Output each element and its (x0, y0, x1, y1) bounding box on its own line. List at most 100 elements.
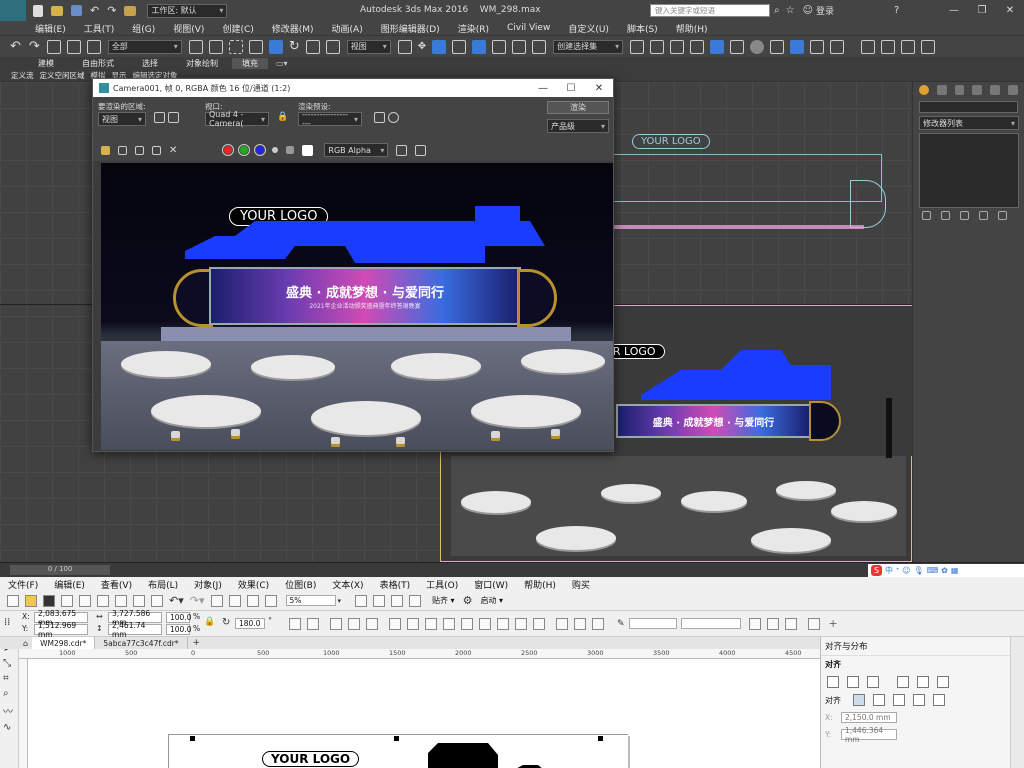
modify-tab-icon[interactable] (936, 85, 947, 95)
toggle-ui-icon[interactable] (415, 144, 427, 156)
copy-icon[interactable] (133, 594, 145, 607)
redo-icon[interactable]: ↷ (29, 39, 40, 54)
render-preset-select[interactable]: ------------------- (298, 110, 362, 128)
unlink-icon[interactable] (66, 39, 81, 54)
intersect-icon[interactable] (461, 617, 473, 630)
align-to-active-icon[interactable] (853, 694, 865, 706)
keyboard-shortcut-icon[interactable] (432, 39, 447, 54)
align-to-page-edge-icon[interactable] (873, 694, 885, 706)
object-origin-icon[interactable]: ⁞⁞ (4, 617, 10, 628)
selection-handle[interactable] (394, 736, 399, 741)
break-apart-icon[interactable] (407, 617, 419, 630)
restore-button[interactable]: ❐ (968, 5, 996, 16)
render-close-button[interactable]: ✕ (585, 83, 613, 94)
menu-scripting[interactable]: 脚本(S) (618, 22, 667, 35)
quick-customize-icon[interactable] (807, 617, 820, 630)
green-channel-icon[interactable] (238, 144, 251, 156)
modifier-list-select[interactable]: 修改器列表 (919, 116, 1019, 130)
shape-tool-icon[interactable]: ⤡ (3, 658, 15, 669)
ime-punct-icon[interactable]: ᐩ (896, 566, 899, 575)
cloud-icon[interactable] (61, 594, 73, 607)
show-grid-icon[interactable] (391, 594, 404, 607)
edit-named-sel-icon[interactable] (532, 39, 547, 54)
pivot-icon[interactable] (397, 39, 412, 54)
lock-viewport-icon[interactable]: 🔒 (277, 112, 288, 122)
menu-civil-view[interactable]: Civil View (498, 23, 559, 33)
cloud-upload-icon[interactable] (79, 594, 91, 607)
place-icon[interactable] (325, 39, 340, 54)
ribbon-tab-object-paint[interactable]: 对象绘制 (172, 58, 232, 69)
undo-icon[interactable]: ↶▾ (169, 594, 184, 607)
menu-tools[interactable]: 工具(T) (75, 22, 124, 35)
align-icon[interactable] (650, 39, 665, 54)
help-icon[interactable]: ? (894, 5, 899, 16)
outline-pen-icon[interactable]: ✎ (617, 619, 625, 629)
mirror-v-icon[interactable] (307, 617, 319, 630)
menu-animation[interactable]: 动画(A) (323, 22, 372, 35)
print-image-icon[interactable] (152, 145, 161, 155)
ime-toolbox-icon[interactable]: ▦ (951, 566, 959, 575)
material-editor-icon[interactable] (750, 39, 765, 54)
selection-handle[interactable] (598, 736, 603, 741)
corel-menu-file[interactable]: 文件(F) (0, 578, 46, 591)
menu-help[interactable]: 帮助(H) (667, 22, 717, 35)
align-top-icon[interactable] (897, 676, 909, 688)
vertical-ruler[interactable] (19, 659, 28, 768)
menu-rendering[interactable]: 渲染(R) (449, 22, 498, 35)
alpha-channel-icon[interactable] (272, 147, 279, 153)
doc-tab-home-icon[interactable]: ⌂ (23, 639, 28, 648)
doc-tab-wm298[interactable]: WM298.cdr* (32, 637, 96, 649)
simplify-icon[interactable] (479, 617, 491, 630)
undo-icon[interactable]: ↶ (10, 39, 21, 54)
viewport-icon[interactable] (901, 39, 916, 54)
move-icon[interactable] (268, 39, 283, 54)
render-iterative-icon[interactable] (830, 39, 845, 54)
workspace-select[interactable]: 工作区: 默认 (147, 3, 228, 18)
snap-toggle-icon[interactable] (452, 39, 467, 54)
redo-icon[interactable]: ↷▾ (190, 594, 205, 607)
align-left-icon[interactable] (827, 676, 839, 688)
to-front-icon[interactable] (574, 617, 586, 630)
zoom-dropdown-icon[interactable]: ▾ (338, 597, 342, 605)
make-unique-icon[interactable] (960, 211, 969, 220)
toggle-ui-overlay-icon[interactable] (396, 144, 408, 156)
clone-frame-icon[interactable] (135, 145, 144, 155)
search-content-icon[interactable] (210, 594, 223, 607)
project-folder-icon[interactable] (124, 5, 137, 16)
menu-edit[interactable]: 编辑(E) (26, 22, 75, 35)
open-doc-icon[interactable] (25, 594, 37, 607)
render-setup-icon[interactable] (374, 112, 385, 123)
line-style-select[interactable] (680, 618, 741, 629)
ime-skin-icon[interactable]: ✿ (941, 566, 948, 575)
remove-modifier-icon[interactable] (979, 211, 988, 220)
create-boundary-icon[interactable] (533, 617, 545, 630)
viewport-select[interactable]: Quad 4 - Camera( (205, 110, 269, 128)
align-to-point-icon[interactable] (933, 694, 945, 706)
auto-region-icon[interactable] (168, 112, 179, 123)
import-icon[interactable] (228, 594, 241, 607)
snap-to-button[interactable]: 贴齐 ▾ (432, 595, 455, 606)
named-selection-select[interactable]: 创建选择集 (553, 39, 624, 54)
ribbon-tab-modeling[interactable]: 建模 (24, 58, 68, 69)
object-name-field[interactable] (919, 101, 1018, 113)
combine-icon[interactable] (389, 617, 401, 630)
outline-width-select[interactable] (628, 618, 677, 629)
ime-emoji-icon[interactable]: ☺ (902, 566, 910, 575)
user-icon[interactable]: ☺ (803, 5, 813, 16)
open-file-icon[interactable] (51, 5, 63, 16)
options-icon[interactable]: ⚙ (463, 594, 473, 607)
save-doc-icon[interactable] (43, 594, 55, 607)
corel-menu-bitmaps[interactable]: 位图(B) (277, 578, 324, 591)
new-doc-icon[interactable] (7, 594, 19, 607)
render-button[interactable]: 渲染 (547, 101, 609, 114)
pin-stack-icon[interactable] (922, 211, 931, 220)
front-minus-back-icon[interactable] (497, 617, 509, 630)
display-tab-icon[interactable] (990, 85, 1001, 95)
tools-icon[interactable] (921, 39, 936, 54)
new-tab-icon[interactable]: + (193, 638, 201, 648)
signin-link[interactable]: 登录 (816, 4, 834, 17)
height-input[interactable]: 2,461.74 mm (108, 621, 162, 639)
ribbon-options-icon[interactable]: ▭▾ (276, 59, 288, 68)
close-button[interactable]: ✕ (996, 5, 1024, 16)
save-icon[interactable] (71, 5, 82, 16)
